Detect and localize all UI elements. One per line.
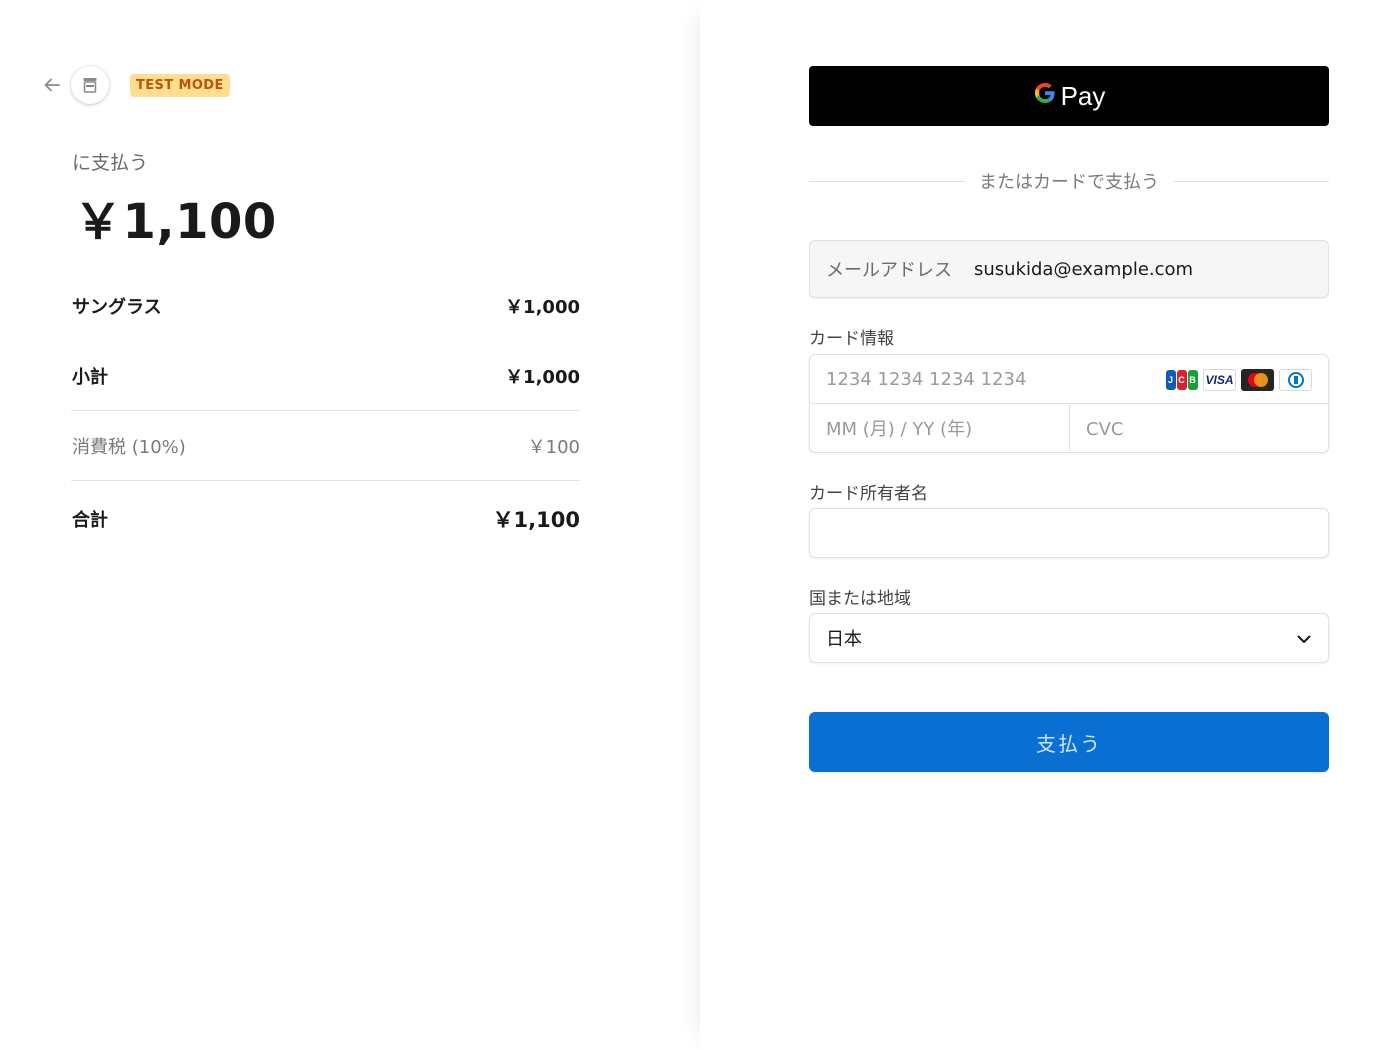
test-mode-badge: TEST MODE [130, 73, 230, 97]
header: TEST MODE [40, 66, 230, 104]
total-amount: ￥1,100 [74, 194, 277, 250]
country-select[interactable]: 日本 [809, 613, 1329, 663]
payment-pane: Pay またはカードで支払う メールアドレス susukida@example.… [700, 0, 1400, 1050]
grand-total-amount: ￥1,100 [492, 508, 580, 532]
grand-total-label: 合計 [72, 510, 108, 531]
line-item-name: サングラス [72, 297, 162, 318]
divider [1173, 180, 1329, 182]
country-label: 国または地域 [809, 589, 911, 609]
cardholder-name-label: カード所有者名 [809, 484, 928, 504]
divider [809, 180, 965, 182]
google-pay-label: Pay [1060, 80, 1106, 111]
line-item: サングラス ￥1,000 [72, 293, 580, 319]
back-button[interactable] [40, 73, 64, 97]
visa-icon: VISA [1203, 369, 1236, 391]
line-item-amount: ￥1,000 [505, 297, 580, 318]
store-avatar[interactable] [71, 66, 109, 104]
email-field[interactable]: メールアドレス susukida@example.com [809, 240, 1329, 298]
tax-row: 消費税 (10%) ￥100 [72, 433, 580, 459]
card-brands: JCB VISA [1165, 369, 1312, 391]
divider [71, 480, 580, 481]
pay-button-label: 支払う [1036, 731, 1102, 756]
card-cvc-field[interactable] [1070, 404, 1328, 452]
subtotal-label: 小計 [72, 367, 108, 388]
card-expiry-input[interactable] [826, 418, 1069, 440]
mastercard-icon [1241, 369, 1274, 391]
diners-club-icon [1279, 369, 1312, 391]
google-pay-button[interactable]: Pay [809, 66, 1329, 126]
cardholder-name-field[interactable] [809, 508, 1329, 558]
card-cvc-input[interactable] [1086, 418, 1328, 440]
email-label: メールアドレス [826, 260, 952, 281]
country-value: 日本 [826, 629, 862, 650]
tax-amount: ￥100 [527, 437, 580, 458]
pay-button[interactable]: 支払う [809, 712, 1329, 772]
card-info-label: カード情報 [809, 329, 894, 349]
divider [71, 410, 580, 411]
email-value: susukida@example.com [974, 258, 1194, 280]
google-logo-icon [1033, 80, 1057, 112]
card-info-group: JCB VISA [809, 354, 1329, 453]
google-g-icon [1034, 83, 1055, 103]
subtotal-row: 小計 ￥1,000 [72, 363, 580, 389]
pay-to-label: に支払う [72, 152, 149, 174]
or-separator: またはカードで支払う [809, 168, 1329, 194]
card-expiry-field[interactable] [810, 404, 1070, 452]
grand-total-row: 合計 ￥1,100 [72, 504, 580, 534]
cardholder-name-input[interactable] [826, 522, 1328, 544]
order-summary-pane: TEST MODE に支払う ￥1,100 サングラス ￥1,000 小計 ￥1… [0, 0, 700, 1050]
store-icon [83, 78, 97, 93]
tax-label: 消費税 (10%) [72, 437, 186, 458]
card-number-field[interactable]: JCB VISA [810, 355, 1328, 404]
arrow-left-icon [44, 78, 60, 92]
chevron-down-icon [1297, 635, 1311, 643]
subtotal-amount: ￥1,000 [505, 367, 580, 388]
or-card-label: またはカードで支払う [979, 172, 1159, 193]
jcb-icon: JCB [1165, 369, 1198, 391]
